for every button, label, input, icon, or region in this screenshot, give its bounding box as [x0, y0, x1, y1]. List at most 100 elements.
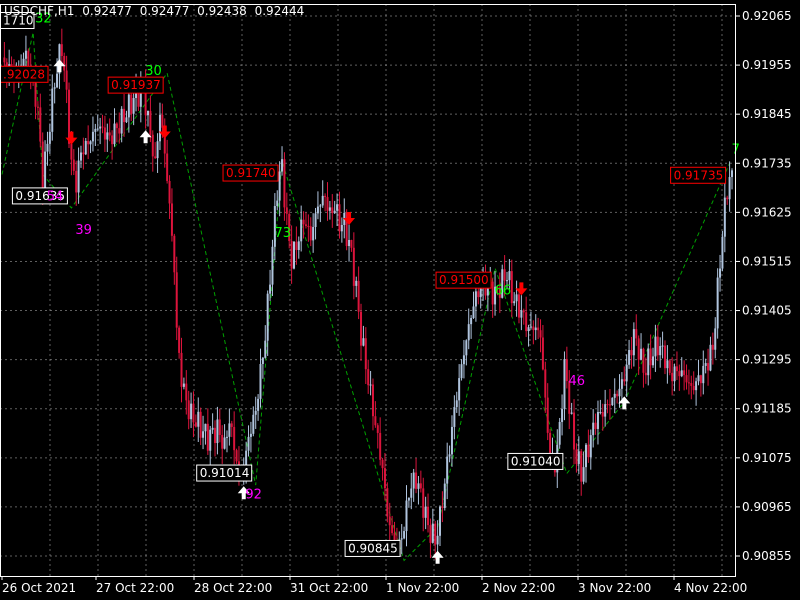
candle-body [491, 281, 494, 305]
candle-body [336, 204, 339, 211]
candle-body [462, 355, 465, 365]
candle-body [103, 127, 106, 140]
candle-body [132, 98, 135, 114]
candle-body [309, 226, 312, 241]
candle-body [453, 407, 456, 427]
candle-body [467, 324, 470, 341]
candle-body [357, 280, 360, 312]
candle-body [221, 434, 224, 449]
candle-body [113, 123, 116, 145]
candle-body [410, 488, 413, 498]
candle-body [601, 411, 604, 417]
candle-body [383, 468, 386, 489]
candle-body [41, 141, 44, 190]
candle-body [520, 310, 523, 318]
candle-body [259, 363, 262, 399]
candle-body [362, 338, 365, 346]
candle-body [209, 429, 212, 451]
candle-body [111, 135, 114, 145]
candle-body [206, 423, 209, 451]
candle-body [84, 140, 87, 155]
candle-body [431, 523, 434, 543]
candle-body [415, 472, 418, 489]
y-tick-label: 0.91515 [742, 254, 792, 268]
candle-body [254, 410, 257, 415]
candle-body [644, 372, 647, 376]
candle-body [190, 403, 193, 420]
y-tick-label: 0.91845 [742, 107, 792, 121]
candle-body [714, 328, 717, 350]
candle-body [635, 329, 638, 339]
candle-body [465, 340, 468, 356]
x-tick-label: 3 Nov 22:00 [578, 581, 651, 595]
candle-body [630, 350, 633, 356]
candle-body [99, 126, 102, 129]
candle-body [656, 336, 659, 356]
candle-body [508, 271, 511, 281]
chart-header: USDCHF,H1 0.92477 0.92477 0.92438 0.9244… [4, 4, 308, 18]
candle-body [3, 57, 6, 63]
candle-body [214, 427, 217, 444]
candle-body [56, 73, 59, 88]
candle-body [391, 525, 394, 534]
candle-body [695, 381, 698, 391]
candle-body [625, 364, 628, 382]
candle-body [252, 414, 255, 434]
candle-body [257, 398, 260, 411]
candle-body [506, 280, 509, 282]
low-price-label: 0.91040 [511, 454, 561, 468]
candle-body [661, 345, 664, 347]
candle-body [683, 370, 686, 376]
price-chart[interactable]: .920280.919370.917400.915000.9173517100.… [0, 0, 800, 600]
candle-body [563, 359, 566, 409]
candle-body [726, 197, 729, 200]
candle-body [89, 141, 92, 145]
candle-body [127, 94, 130, 118]
x-tick-label: 27 Oct 22:00 [96, 581, 174, 595]
candle-body [106, 132, 109, 140]
candle-body [642, 348, 645, 373]
candle-body [230, 423, 233, 427]
candle-body [417, 483, 420, 489]
candle-body [441, 506, 444, 508]
candle-body [472, 306, 475, 318]
candle-body [96, 128, 99, 130]
candle-body [711, 344, 714, 350]
candle-body [269, 284, 272, 294]
candle-body [266, 293, 269, 341]
candle-body [75, 170, 78, 193]
candle-body [585, 444, 587, 468]
low-bar-count: 39 [75, 223, 92, 238]
candle-body [587, 444, 590, 458]
open-price: 0.92477 [82, 4, 132, 18]
x-tick-label: 28 Oct 22:00 [194, 581, 272, 595]
candle-body [369, 384, 372, 386]
candle-body [589, 435, 592, 458]
y-tick-label: 0.91295 [742, 353, 792, 367]
candle-body [199, 411, 202, 438]
candle-body [479, 287, 482, 298]
candle-body [663, 345, 666, 369]
candle-body [185, 383, 188, 401]
candle-body [532, 326, 535, 331]
candle-body [348, 239, 351, 247]
x-tick-label: 4 Nov 22:00 [674, 581, 747, 595]
x-tick-label: 2 Nov 22:00 [482, 581, 555, 595]
candle-body [513, 301, 516, 304]
candle-body [673, 366, 676, 382]
candle-body [70, 143, 73, 160]
candle-body [218, 419, 221, 435]
candle-body [618, 388, 621, 397]
close-price: 0.92444 [254, 4, 305, 18]
candle-body [575, 449, 578, 464]
candle-body [424, 506, 427, 518]
candle-body [422, 488, 425, 518]
candle-body [448, 454, 451, 457]
candle-body [654, 336, 657, 357]
y-tick-label: 0.90965 [742, 500, 792, 514]
candle-body [149, 110, 152, 135]
candle-body [716, 277, 719, 329]
candle-body [63, 56, 66, 71]
candle-body [637, 338, 640, 360]
candle-body [374, 416, 377, 426]
